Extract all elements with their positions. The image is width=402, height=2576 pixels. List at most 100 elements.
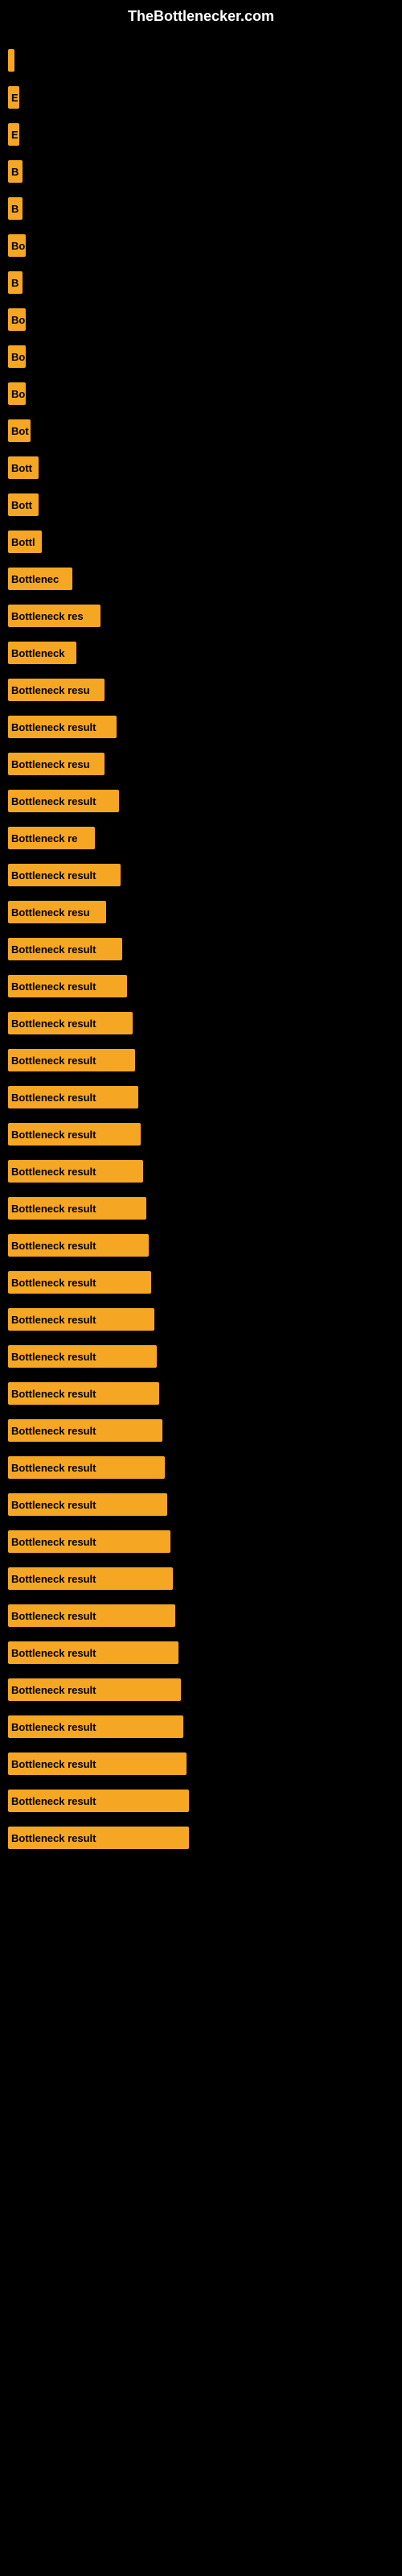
bar-row-9: Bo — [8, 378, 394, 409]
bar-label-28: Bottleneck result — [8, 1086, 138, 1108]
site-title: TheBottlenecker.com — [0, 0, 402, 29]
bar-label-39: Bottleneck result — [8, 1493, 167, 1516]
bar-label-11: Bott — [8, 456, 39, 479]
bar-row-48: Bottleneck result — [8, 1823, 394, 1853]
bar-row-32: Bottleneck result — [8, 1230, 394, 1261]
bar-row-13: Bottl — [8, 526, 394, 557]
bar-row-30: Bottleneck result — [8, 1156, 394, 1187]
bar-label-2: E — [8, 123, 19, 146]
bar-row-33: Bottleneck result — [8, 1267, 394, 1298]
bar-row-21: Bottleneck re — [8, 823, 394, 853]
bar-label-18: Bottleneck result — [8, 716, 117, 738]
bar-label-19: Bottleneck resu — [8, 753, 105, 775]
bar-label-33: Bottleneck result — [8, 1271, 151, 1294]
bar-label-6: B — [8, 271, 23, 294]
bars-container: EEBBBoBBoBoBoBotBottBottBottlBottlenecBo… — [0, 29, 402, 1868]
bar-label-15: Bottleneck res — [8, 605, 100, 627]
bar-row-43: Bottleneck result — [8, 1637, 394, 1668]
bar-label-35: Bottleneck result — [8, 1345, 157, 1368]
bar-label-31: Bottleneck result — [8, 1197, 146, 1220]
bar-row-41: Bottleneck result — [8, 1563, 394, 1594]
bar-label-30: Bottleneck result — [8, 1160, 143, 1183]
bar-label-4: B — [8, 197, 23, 220]
bar-row-16: Bottleneck — [8, 638, 394, 668]
bar-row-12: Bott — [8, 489, 394, 520]
bar-label-24: Bottleneck result — [8, 938, 122, 960]
bar-row-38: Bottleneck result — [8, 1452, 394, 1483]
bar-row-14: Bottlenec — [8, 564, 394, 594]
bar-label-9: Bo — [8, 382, 26, 405]
bar-label-47: Bottleneck result — [8, 1790, 189, 1812]
bar-row-8: Bo — [8, 341, 394, 372]
bar-label-12: Bott — [8, 493, 39, 516]
bar-row-18: Bottleneck result — [8, 712, 394, 742]
bar-label-8: Bo — [8, 345, 26, 368]
bar-label-22: Bottleneck result — [8, 864, 121, 886]
bar-label-5: Bo — [8, 234, 26, 257]
bar-row-3: B — [8, 156, 394, 187]
bar-label-14: Bottlenec — [8, 568, 72, 590]
bar-row-42: Bottleneck result — [8, 1600, 394, 1631]
bar-label-3: B — [8, 160, 23, 183]
bar-row-31: Bottleneck result — [8, 1193, 394, 1224]
bar-row-19: Bottleneck resu — [8, 749, 394, 779]
bar-row-10: Bot — [8, 415, 394, 446]
bar-row-2: E — [8, 119, 394, 150]
bar-row-25: Bottleneck result — [8, 971, 394, 1001]
bar-row-20: Bottleneck result — [8, 786, 394, 816]
bar-row-7: Bo — [8, 304, 394, 335]
bar-row-37: Bottleneck result — [8, 1415, 394, 1446]
bar-label-38: Bottleneck result — [8, 1456, 165, 1479]
bar-label-29: Bottleneck result — [8, 1123, 141, 1146]
bar-row-1: E — [8, 82, 394, 113]
bar-row-0 — [8, 45, 394, 76]
bar-row-4: B — [8, 193, 394, 224]
bar-label-40: Bottleneck result — [8, 1530, 170, 1553]
bar-row-26: Bottleneck result — [8, 1008, 394, 1038]
bar-label-46: Bottleneck result — [8, 1752, 187, 1775]
bar-row-11: Bott — [8, 452, 394, 483]
bar-label-7: Bo — [8, 308, 26, 331]
bar-label-21: Bottleneck re — [8, 827, 95, 849]
bar-label-45: Bottleneck result — [8, 1715, 183, 1738]
bar-row-45: Bottleneck result — [8, 1711, 394, 1742]
bar-row-15: Bottleneck res — [8, 601, 394, 631]
bar-row-47: Bottleneck result — [8, 1785, 394, 1816]
bar-label-36: Bottleneck result — [8, 1382, 159, 1405]
bar-row-44: Bottleneck result — [8, 1674, 394, 1705]
bar-label-16: Bottleneck — [8, 642, 76, 664]
bar-label-44: Bottleneck result — [8, 1678, 181, 1701]
bar-label-10: Bot — [8, 419, 31, 442]
bar-label-32: Bottleneck result — [8, 1234, 149, 1257]
bar-label-43: Bottleneck result — [8, 1641, 178, 1664]
bar-label-41: Bottleneck result — [8, 1567, 173, 1590]
bar-row-40: Bottleneck result — [8, 1526, 394, 1557]
bar-label-27: Bottleneck result — [8, 1049, 135, 1071]
bar-label-48: Bottleneck result — [8, 1827, 189, 1849]
bar-label-25: Bottleneck result — [8, 975, 127, 997]
bar-row-24: Bottleneck result — [8, 934, 394, 964]
bar-row-36: Bottleneck result — [8, 1378, 394, 1409]
bar-row-17: Bottleneck resu — [8, 675, 394, 705]
bar-label-0 — [8, 49, 14, 72]
bar-row-5: Bo — [8, 230, 394, 261]
bar-label-23: Bottleneck resu — [8, 901, 106, 923]
bar-row-28: Bottleneck result — [8, 1082, 394, 1113]
bar-label-1: E — [8, 86, 19, 109]
bar-row-35: Bottleneck result — [8, 1341, 394, 1372]
bar-label-17: Bottleneck resu — [8, 679, 105, 701]
bar-row-39: Bottleneck result — [8, 1489, 394, 1520]
bar-row-46: Bottleneck result — [8, 1748, 394, 1779]
bar-row-29: Bottleneck result — [8, 1119, 394, 1150]
bar-label-42: Bottleneck result — [8, 1604, 175, 1627]
bar-label-34: Bottleneck result — [8, 1308, 154, 1331]
bar-label-13: Bottl — [8, 530, 42, 553]
bar-label-20: Bottleneck result — [8, 790, 119, 812]
bar-row-22: Bottleneck result — [8, 860, 394, 890]
bar-row-34: Bottleneck result — [8, 1304, 394, 1335]
bar-label-37: Bottleneck result — [8, 1419, 162, 1442]
bar-label-26: Bottleneck result — [8, 1012, 133, 1034]
bar-row-23: Bottleneck resu — [8, 897, 394, 927]
bar-row-6: B — [8, 267, 394, 298]
bar-row-27: Bottleneck result — [8, 1045, 394, 1075]
